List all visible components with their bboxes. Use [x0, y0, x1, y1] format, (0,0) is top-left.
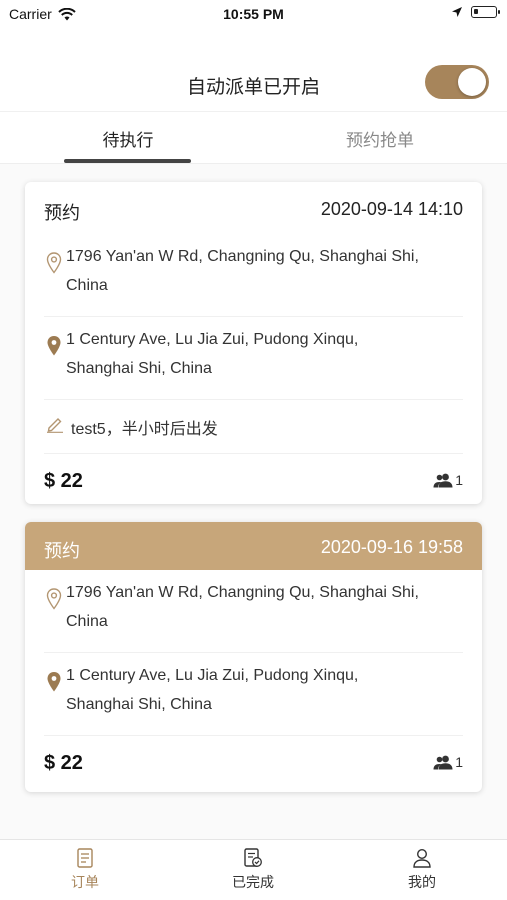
- order-list: 预约 2020-09-14 14:10 1796 Yan'an W Rd, Ch…: [0, 164, 507, 839]
- pickup-address-line: 1796 Yan'an W Rd, Changning Qu, Shanghai…: [66, 584, 419, 601]
- dropoff-pin-icon: [47, 336, 61, 356]
- nav-completed[interactable]: 已完成: [203, 848, 303, 892]
- toggle-knob: [458, 68, 486, 96]
- passengers-icon: [433, 473, 453, 488]
- order-card-footer: $ 22 1: [44, 736, 463, 791]
- header: 自动派单已开启: [0, 50, 507, 112]
- order-card[interactable]: 预约 2020-09-14 14:10 1796 Yan'an W Rd, Ch…: [25, 182, 482, 504]
- order-card-footer: $ 22 1: [44, 454, 463, 504]
- order-card-header: 预约 2020-09-16 19:58: [25, 522, 482, 570]
- dropoff-address: 1 Century Ave, Lu Jia Zui, Pudong Xinqu,…: [66, 661, 463, 719]
- nav-profile[interactable]: 我的: [372, 848, 472, 892]
- nav-orders[interactable]: 订单: [35, 848, 135, 892]
- pickup-address-line: 1796 Yan'an W Rd, Changning Qu, Shanghai…: [66, 248, 419, 265]
- order-price: $ 22: [44, 752, 83, 774]
- tab-bar: 待执行 预约抢单: [0, 112, 507, 164]
- dropoff-pin-icon: [47, 672, 61, 692]
- location-arrow-icon: [452, 7, 462, 17]
- pickup-address-line: China: [66, 613, 108, 630]
- order-datetime: 2020-09-14 14:10: [320, 199, 463, 219]
- order-note: test5，半小时后出发: [71, 421, 218, 438]
- active-tab-indicator: [64, 159, 191, 163]
- pickup-address-row: 1796 Yan'an W Rd, Changning Qu, Shanghai…: [44, 570, 463, 653]
- pickup-pin-icon: [46, 588, 62, 610]
- pickup-address-line: China: [66, 277, 108, 294]
- clock: 10:55 PM: [223, 6, 284, 22]
- battery-icon: [471, 6, 500, 18]
- auto-dispatch-toggle[interactable]: [425, 65, 489, 99]
- order-note-row: test5，半小时后出发: [44, 400, 463, 454]
- nav-orders-label: 订单: [71, 874, 99, 890]
- passenger-count: 1: [433, 472, 463, 488]
- passenger-count-value: 1: [455, 472, 463, 488]
- order-type-label: 预约: [44, 541, 80, 561]
- status-right: [451, 6, 500, 18]
- dropoff-address-line: Shanghai Shi, China: [66, 360, 212, 377]
- pickup-address: 1796 Yan'an W Rd, Changning Qu, Shanghai…: [66, 578, 463, 636]
- dropoff-address-line: 1 Century Ave, Lu Jia Zui, Pudong Xinqu,: [66, 667, 359, 684]
- passenger-count-value: 1: [455, 754, 463, 770]
- order-datetime: 2020-09-16 19:58: [320, 537, 463, 557]
- pickup-address-row: 1796 Yan'an W Rd, Changning Qu, Shanghai…: [44, 234, 463, 317]
- dropoff-address: 1 Century Ave, Lu Jia Zui, Pudong Xinqu,…: [66, 325, 463, 383]
- order-price: $ 22: [44, 470, 83, 492]
- order-card-header: 预约 2020-09-14 14:10: [25, 182, 482, 234]
- profile-icon: [413, 848, 431, 868]
- order-list-icon: [77, 848, 93, 868]
- nav-profile-label: 我的: [408, 874, 436, 890]
- dropoff-address-row: 1 Century Ave, Lu Jia Zui, Pudong Xinqu,…: [44, 653, 463, 736]
- passengers-icon: [433, 755, 453, 770]
- pencil-icon: [47, 418, 63, 433]
- dropoff-address-row: 1 Century Ave, Lu Jia Zui, Pudong Xinqu,…: [44, 317, 463, 400]
- pickup-address: 1796 Yan'an W Rd, Changning Qu, Shanghai…: [66, 242, 463, 300]
- nav-completed-label: 已完成: [232, 874, 274, 890]
- order-type-label: 预约: [44, 203, 80, 223]
- tab-pending[interactable]: 待执行: [28, 126, 228, 151]
- status-bar: Carrier 10:55 PM: [0, 0, 507, 30]
- completed-icon: [244, 848, 262, 867]
- order-card[interactable]: 预约 2020-09-16 19:58 1796 Yan'an W Rd, Ch…: [25, 522, 482, 792]
- bottom-nav: 订单 已完成 我的: [0, 839, 507, 900]
- dropoff-address-line: Shanghai Shi, China: [66, 696, 212, 713]
- tab-reservation-grab[interactable]: 预约抢单: [280, 126, 480, 151]
- pickup-pin-icon: [46, 252, 62, 274]
- passenger-count: 1: [433, 754, 463, 770]
- dropoff-address-line: 1 Century Ave, Lu Jia Zui, Pudong Xinqu,: [66, 331, 359, 348]
